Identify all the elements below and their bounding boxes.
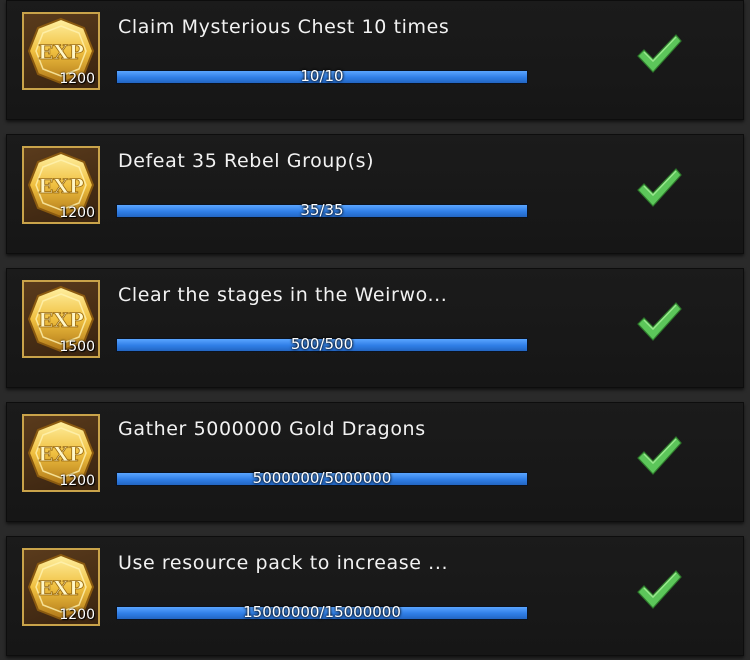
- progress-bar: 35/35: [116, 201, 528, 219]
- svg-text:EXP: EXP: [38, 308, 84, 332]
- reward-frame: EXP 1200: [22, 12, 100, 90]
- quest-title: Defeat 35 Rebel Group(s): [118, 150, 375, 172]
- reward-amount: 1200: [59, 205, 95, 221]
- reward-amount: 1200: [59, 607, 95, 623]
- checkmark-icon: [637, 436, 682, 475]
- checkmark-icon: [637, 168, 682, 207]
- quest-title: Clear the stages in the Weirwo...: [118, 284, 448, 306]
- quest-title: Use resource pack to increase ...: [118, 552, 449, 574]
- quest-row[interactable]: EXP 1500 Clear the stages in the Weirwo.…: [6, 268, 744, 388]
- progress-text: 15000000/15000000: [243, 603, 401, 621]
- quest-title: Gather 5000000 Gold Dragons: [118, 418, 426, 440]
- progress-text: 10/10: [300, 67, 344, 85]
- svg-text:EXP: EXP: [38, 576, 84, 600]
- progress-text: 500/500: [290, 335, 354, 353]
- reward-frame: EXP 1200: [22, 146, 100, 224]
- svg-text:EXP: EXP: [38, 442, 84, 466]
- progress-text: 5000000/5000000: [252, 469, 392, 487]
- progress-bar: 10/10: [116, 67, 528, 85]
- reward-frame: EXP 1200: [22, 414, 100, 492]
- reward-amount: 1500: [59, 339, 95, 355]
- svg-text:EXP: EXP: [38, 174, 84, 198]
- checkmark-icon: [637, 34, 682, 73]
- progress-bar: 5000000/5000000: [116, 469, 528, 487]
- progress-text: 35/35: [300, 201, 344, 219]
- checkmark-icon: [637, 302, 682, 341]
- quest-row[interactable]: EXP 1200 Use resource pack to increase .…: [6, 536, 744, 656]
- progress-bar: 500/500: [116, 335, 528, 353]
- quest-row[interactable]: EXP 1200 Defeat 35 Rebel Group(s) 35/35: [6, 134, 744, 254]
- reward-amount: 1200: [59, 473, 95, 489]
- reward-amount: 1200: [59, 71, 95, 87]
- checkmark-icon: [637, 570, 682, 609]
- svg-text:EXP: EXP: [38, 40, 84, 64]
- quest-row[interactable]: EXP 1200 Gather 5000000 Gold Dragons 500…: [6, 402, 744, 522]
- quest-title: Claim Mysterious Chest 10 times: [118, 16, 450, 38]
- reward-frame: EXP 1500: [22, 280, 100, 358]
- reward-frame: EXP 1200: [22, 548, 100, 626]
- quest-row[interactable]: EXP 1200 Claim Mysterious Chest 10 times…: [6, 0, 744, 120]
- progress-bar: 15000000/15000000: [116, 603, 528, 621]
- quest-list: EXP 1200 Claim Mysterious Chest 10 times…: [0, 0, 750, 660]
